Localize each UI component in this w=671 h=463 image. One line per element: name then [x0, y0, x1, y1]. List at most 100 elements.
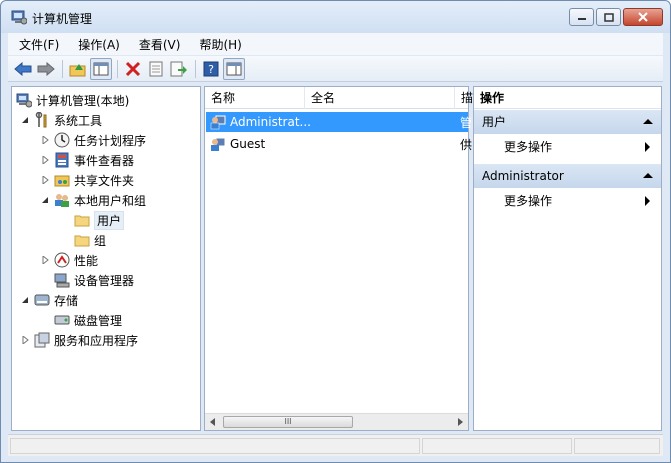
scroll-left-icon[interactable] [209, 418, 217, 426]
tree-item-event-viewer[interactable]: 事件查看器 [40, 150, 134, 170]
tree-label: 组 [94, 233, 107, 248]
menu-help[interactable]: 帮助(H) [188, 36, 249, 53]
help-button[interactable]: ? [200, 58, 222, 80]
tree-item-groups[interactable]: 组 [60, 230, 106, 250]
show-hide-action-pane-button[interactable] [223, 57, 245, 80]
tree-item-task-scheduler[interactable]: 任务计划程序 [40, 130, 146, 150]
tree-label: 存储 [54, 293, 79, 308]
tree-item-local-users-groups[interactable]: 本地用户和组 [40, 190, 146, 210]
column-header-description[interactable]: 描 [455, 87, 475, 109]
more-actions-administrator[interactable]: 更多操作 [504, 190, 654, 212]
up-folder-icon [69, 63, 86, 76]
tree-item-device-manager[interactable]: 设备管理器 [40, 270, 134, 290]
expanded-arrow-icon[interactable] [20, 115, 30, 125]
horizontal-scrollbar[interactable]: III [205, 413, 468, 430]
maximize-button[interactable] [596, 8, 621, 26]
column-header-fullname[interactable]: 全名 [305, 87, 455, 109]
window-title: 计算机管理 [32, 12, 93, 26]
actions-section-administrator[interactable]: Administrator [474, 164, 661, 188]
tree-item-root[interactable]: 计算机管理(本地) [16, 90, 129, 110]
no-arrow-spacer [40, 315, 50, 325]
tree-label: 设备管理器 [74, 273, 135, 288]
toolbar: ? [8, 56, 663, 82]
tree-label: 服务和应用程序 [54, 333, 139, 348]
no-arrow-spacer [60, 215, 70, 225]
main-content: 计算机管理(本地) 系统工具 任务计划程序 事件查看器 共享文件夹 本地用户和组… [8, 83, 663, 433]
section-label: 用户 [482, 115, 507, 129]
actions-pane: 操作 用户 更多操作 Administrator 更多操作 [473, 86, 662, 431]
tree-label: 事件查看器 [74, 153, 135, 168]
more-actions-users[interactable]: 更多操作 [504, 136, 654, 158]
scrollbar-thumb[interactable]: III [223, 416, 353, 428]
tree-item-services-apps[interactable]: 服务和应用程序 [20, 330, 138, 350]
column-header-name[interactable]: 名称 [205, 87, 305, 109]
list-item-guest[interactable]: Guest 供 [206, 134, 472, 154]
tree-label: 任务计划程序 [74, 133, 147, 148]
menu-action[interactable]: 操作(A) [67, 36, 128, 53]
tree-label: 用户 [94, 210, 125, 230]
collapsed-arrow-icon[interactable] [20, 335, 30, 345]
tree-item-disk-management[interactable]: 磁盘管理 [40, 310, 122, 330]
folder-icon [74, 215, 90, 227]
export-list-button[interactable] [168, 58, 190, 80]
user-name: Guest [230, 137, 266, 151]
user-name: Administrat... [230, 115, 311, 129]
submenu-arrow-icon [645, 196, 650, 206]
list-header: 名称 全名 描 [205, 87, 473, 109]
tree-item-storage[interactable]: 存储 [20, 290, 78, 310]
menu-file[interactable]: 文件(F) [8, 36, 67, 53]
back-button[interactable] [12, 58, 34, 80]
delete-button[interactable] [122, 58, 144, 80]
collapsed-arrow-icon[interactable] [40, 255, 50, 265]
help-icon: ? [203, 61, 219, 76]
tree-item-system-tools[interactable]: 系统工具 [20, 110, 102, 130]
scroll-right-icon[interactable] [456, 418, 464, 426]
collapsed-arrow-icon[interactable] [40, 135, 50, 145]
collapse-caret-icon[interactable] [643, 119, 653, 124]
forward-button[interactable] [35, 58, 57, 80]
expanded-arrow-icon[interactable] [40, 195, 50, 205]
toolbar-separator [195, 59, 196, 78]
status-segment [422, 438, 572, 454]
tree-item-shared-folders[interactable]: 共享文件夹 [40, 170, 134, 190]
minimize-button[interactable] [569, 8, 594, 26]
disk-management-icon [54, 315, 70, 325]
clock-icon [54, 132, 70, 148]
storage-icon [34, 294, 50, 306]
properties-button[interactable] [145, 58, 167, 80]
collapsed-arrow-icon[interactable] [40, 175, 50, 185]
delete-icon [125, 61, 141, 76]
services-icon [34, 332, 50, 348]
status-segment [10, 438, 420, 454]
maximize-icon [603, 12, 614, 22]
user-description: 供 [460, 137, 473, 152]
action-label: 更多操作 [504, 194, 553, 208]
computer-management-icon [16, 93, 32, 108]
list-item-administrator[interactable]: Administrat... 管 [206, 112, 472, 132]
menu-view[interactable]: 查看(V) [128, 36, 189, 53]
export-list-icon [170, 61, 187, 76]
tree-label: 计算机管理(本地) [36, 93, 130, 108]
show-hide-console-tree-button[interactable] [90, 57, 112, 80]
properties-icon [149, 61, 163, 76]
expanded-arrow-icon[interactable] [20, 295, 30, 305]
collapsed-arrow-icon[interactable] [40, 155, 50, 165]
user-icon [210, 115, 226, 130]
collapse-caret-icon[interactable] [643, 173, 653, 178]
tree-label: 共享文件夹 [74, 173, 135, 188]
tree-item-performance[interactable]: 性能 [40, 250, 98, 270]
close-button[interactable] [623, 8, 663, 26]
show-hide-tree-icon [93, 62, 109, 75]
toolbar-separator [62, 59, 63, 78]
tree-item-users[interactable]: 用户 [60, 210, 125, 230]
title-bar[interactable]: 计算机管理 [1, 1, 670, 33]
shared-folder-icon [54, 175, 70, 187]
tools-icon [35, 112, 47, 128]
show-hide-action-pane-icon [226, 62, 242, 75]
computer-management-window: 计算机管理 文件(F) 操作(A) 查看(V) 帮助(H) ? 计算机管理(本地… [0, 0, 671, 463]
action-label: 更多操作 [504, 140, 553, 154]
up-one-level-button[interactable] [67, 58, 89, 80]
status-bar [8, 434, 663, 456]
actions-section-users[interactable]: 用户 [474, 110, 661, 134]
tree-label: 磁盘管理 [74, 313, 123, 328]
